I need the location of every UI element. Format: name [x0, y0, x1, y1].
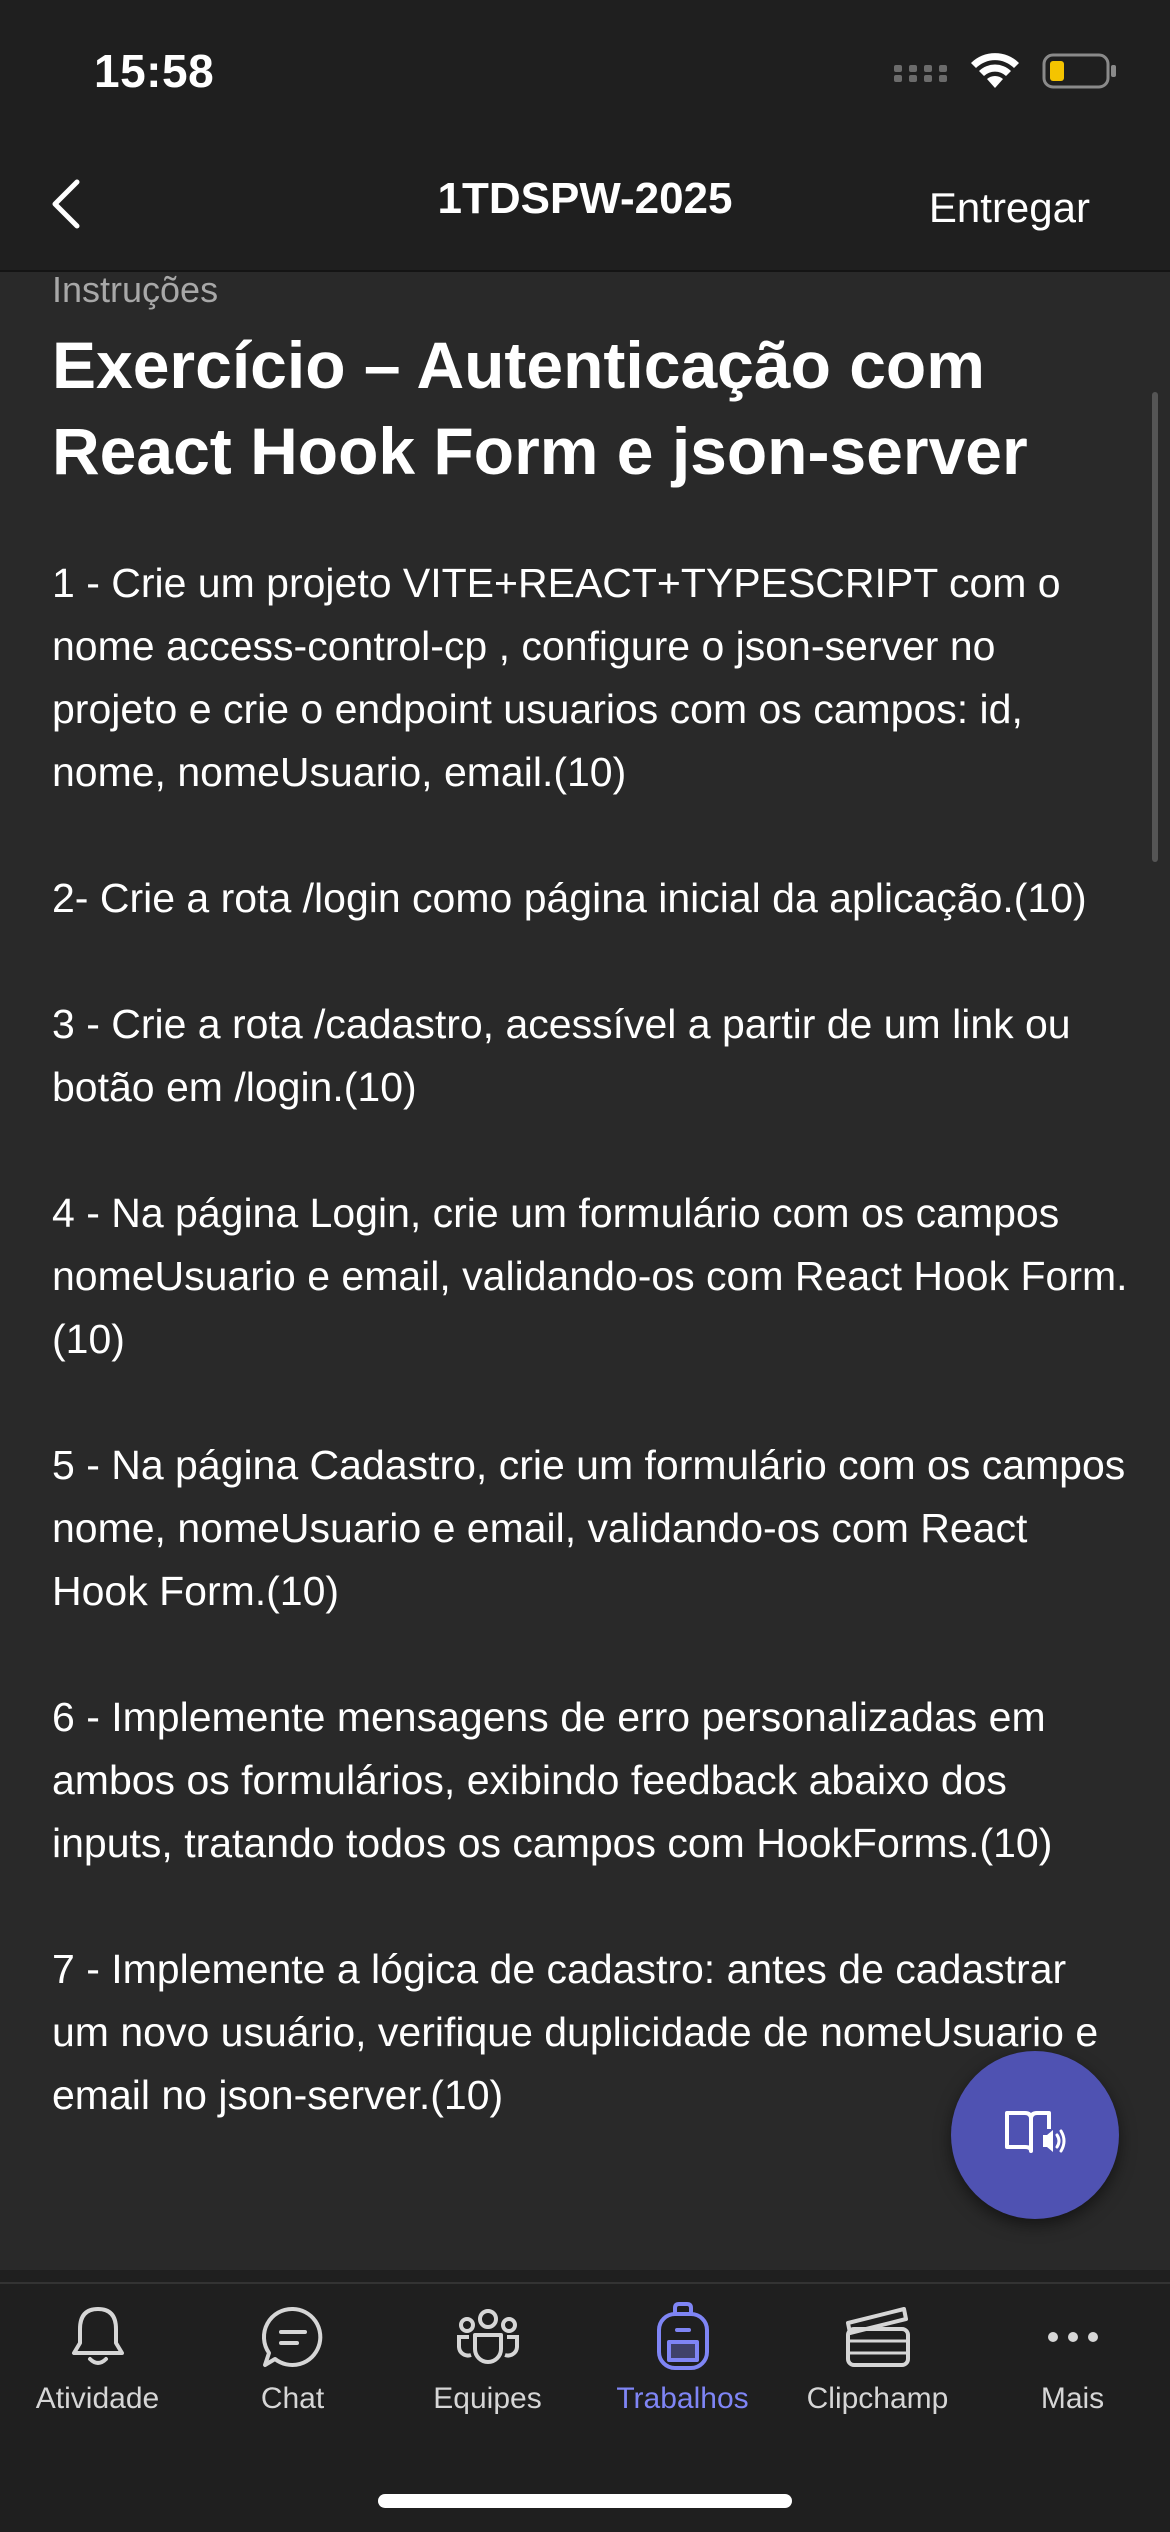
- instruction-paragraph: 1 - Crie um projeto VITE+REACT+TYPESCRIP…: [52, 560, 1061, 795]
- battery-low-icon: [1042, 52, 1118, 95]
- clapperboard-icon: [843, 2302, 913, 2372]
- tab-label: Clipchamp: [806, 2382, 949, 2415]
- back-button[interactable]: [36, 176, 96, 236]
- tab-clipchamp[interactable]: Clipchamp: [780, 2302, 975, 2432]
- instruction-paragraph: 6 - Implemente mensagens de erro persona…: [52, 1694, 1053, 1866]
- tab-chat[interactable]: Chat: [195, 2302, 390, 2432]
- instruction-paragraph: 5 - Na página Cadastro, crie um formulár…: [52, 1442, 1126, 1614]
- battery-level: [1050, 61, 1064, 81]
- tab-trabalhos[interactable]: Trabalhos: [585, 2302, 780, 2432]
- teams-people-icon: [453, 2302, 523, 2372]
- instruction-paragraph: 3 - Crie a rota /cadastro, acessível a p…: [52, 1001, 1071, 1110]
- tab-mais[interactable]: Mais: [975, 2302, 1170, 2432]
- tab-equipes[interactable]: Equipes: [390, 2302, 585, 2432]
- nav-header: 1TDSPW-2025 Entregar: [0, 150, 1170, 272]
- bell-icon: [63, 2302, 133, 2372]
- tab-label: Mais: [1040, 2382, 1105, 2415]
- home-indicator[interactable]: [378, 2494, 792, 2508]
- tab-label: Trabalhos: [616, 2382, 749, 2415]
- instruction-paragraph: 4 - Na página Login, crie um formulário …: [52, 1190, 1128, 1362]
- chevron-left-icon: [49, 178, 83, 235]
- section-label: Instruções: [52, 272, 219, 310]
- tab-atividade[interactable]: Atividade: [0, 2302, 195, 2432]
- more-dots-icon: [1038, 2302, 1108, 2372]
- assignment-title: Exercício – Autenticação com React Hook …: [52, 328, 1028, 488]
- tab-label: Chat: [260, 2382, 325, 2415]
- status-bar: 15:58: [0, 0, 1170, 150]
- wifi-icon: [970, 52, 1020, 95]
- immersive-reader-button[interactable]: [951, 2051, 1119, 2219]
- chat-bubble-icon: [258, 2302, 328, 2372]
- status-time: 15:58: [94, 45, 215, 97]
- backpack-icon: [648, 2302, 718, 2372]
- scrollbar[interactable]: [1152, 392, 1158, 862]
- assignment-content[interactable]: Instruções Exercício – Autenticação com …: [0, 272, 1170, 2270]
- cellular-signal-icon: [894, 59, 948, 88]
- instruction-paragraph: 2- Crie a rota /login como página inicia…: [52, 875, 1087, 921]
- submit-button[interactable]: Entregar: [929, 184, 1090, 232]
- tab-label: Equipes: [433, 2382, 542, 2415]
- immersive-reader-icon: [1003, 2105, 1067, 2166]
- status-icons: [894, 52, 1118, 95]
- instructions-body: 1 - Crie um projeto VITE+REACT+TYPESCRIP…: [52, 552, 1132, 2190]
- tab-label: Atividade: [35, 2382, 160, 2415]
